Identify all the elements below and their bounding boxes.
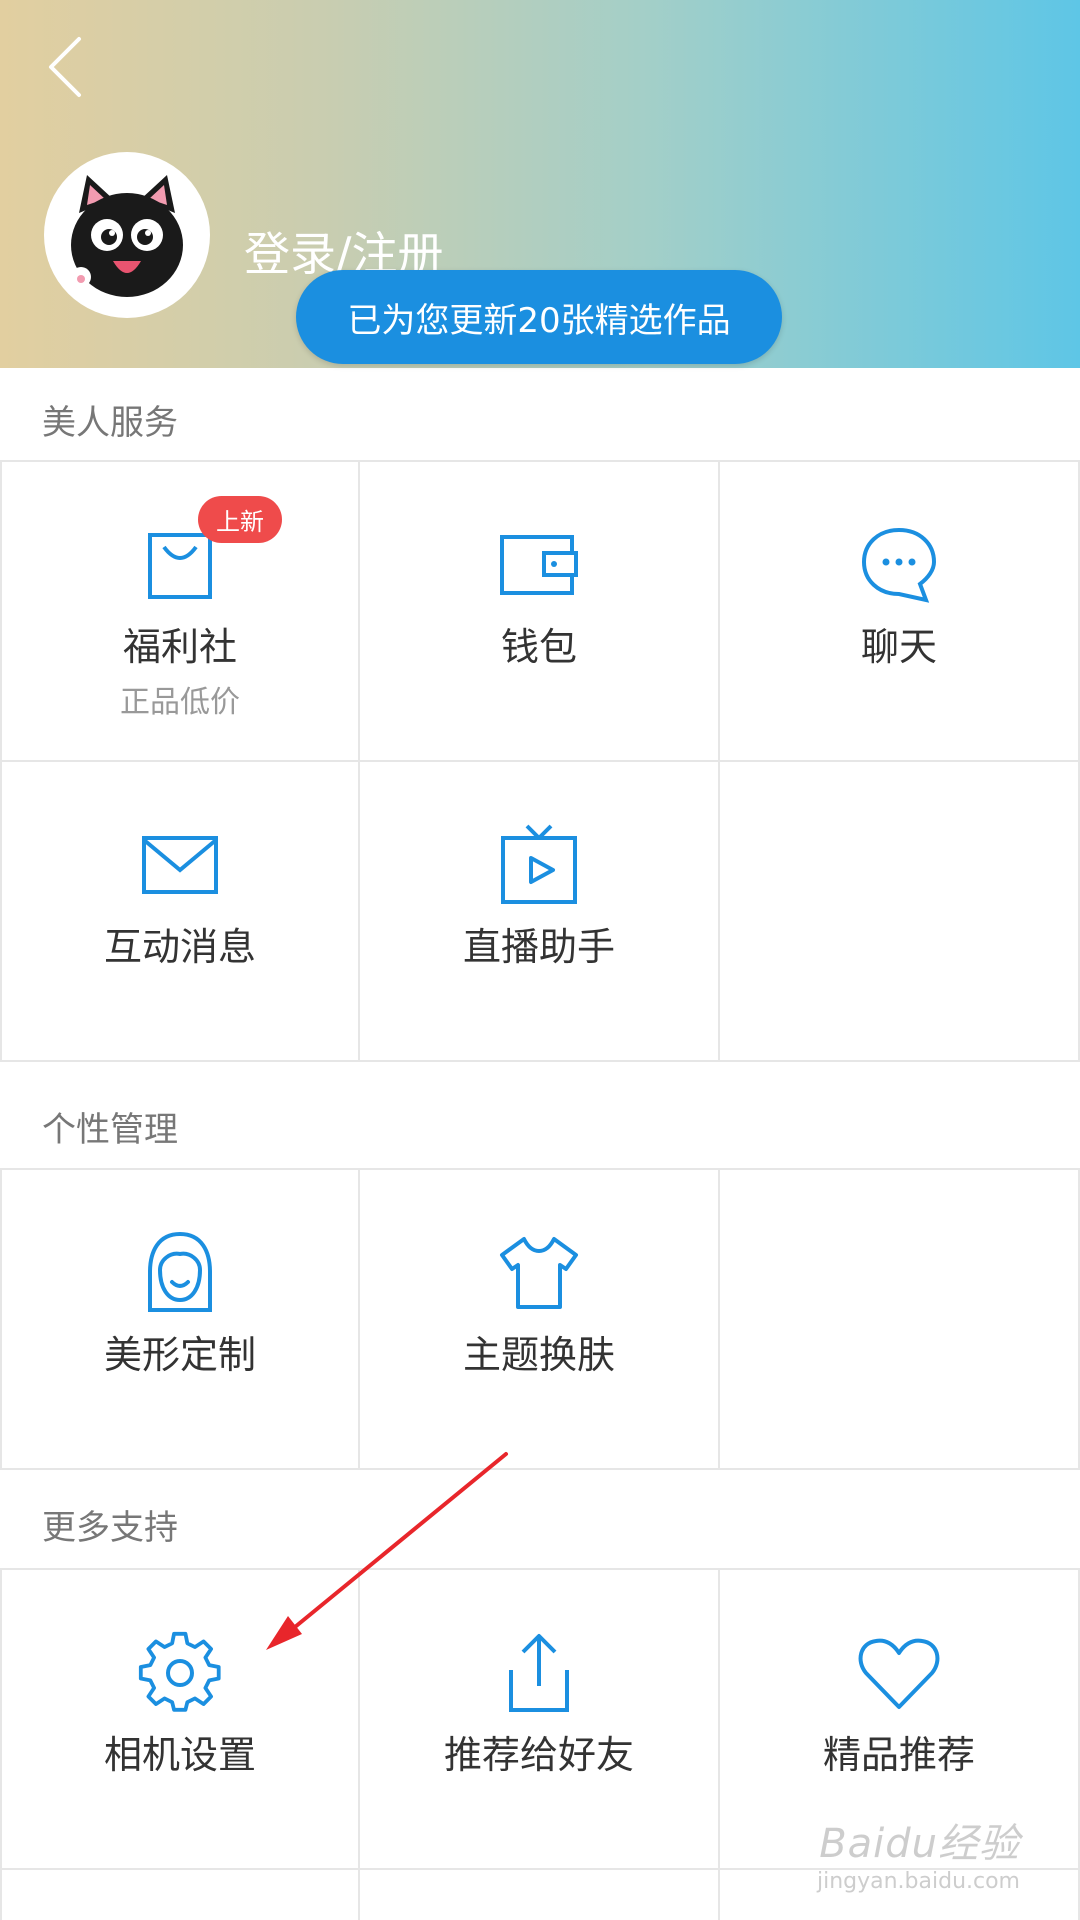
wallet-icon [496, 522, 582, 608]
avatar[interactable] [44, 152, 210, 318]
menu-item-label: 聊天 [860, 625, 937, 669]
menu-item-label: 美形定制 [103, 1333, 256, 1377]
tv-play-icon [496, 822, 582, 908]
watermark-url: jingyan.baidu.com [816, 1869, 1020, 1894]
empty-cell [720, 1170, 1080, 1470]
menu-item-label: 精品推荐 [822, 1733, 975, 1777]
grid-personal-management: 美形定制 主题换肤 [0, 1168, 1080, 1470]
menu-item-face-customization[interactable]: 美形定制 [0, 1170, 360, 1470]
cat-avatar-icon [71, 175, 183, 297]
back-button[interactable] [30, 22, 100, 112]
section-title-beauty-service: 美人服务 [42, 403, 178, 443]
heart-icon [856, 1630, 942, 1716]
share-icon [496, 1630, 582, 1716]
grid-beauty-service: 上新 福利社 正品低价 钱包 聊天 互动消息 直播助手 [0, 460, 1080, 1062]
menu-item-camera-settings[interactable]: 相机设置 [0, 1570, 360, 1870]
menu-item-label: 直播助手 [462, 925, 615, 969]
section-title-more-support: 更多支持 [42, 1508, 178, 1548]
menu-item-label: 福利社 [122, 625, 237, 669]
menu-item-label: 主题换肤 [462, 1333, 615, 1377]
watermark-logo-text: Baidu经验 [819, 1821, 1020, 1867]
menu-item-sublabel: 正品低价 [120, 685, 240, 720]
face-icon [137, 1230, 223, 1316]
profile-header: 登录/注册 已为您更新20张精选作品 [0, 0, 1080, 368]
envelope-icon [137, 822, 223, 908]
menu-item-partial [360, 1870, 720, 1920]
menu-item-label: 钱包 [500, 625, 577, 669]
menu-item-live-assistant[interactable]: 直播助手 [360, 762, 720, 1062]
gear-icon [137, 1630, 223, 1716]
chat-bubble-icon [856, 522, 942, 608]
menu-item-label: 互动消息 [103, 925, 256, 969]
chevron-left-icon [49, 37, 81, 97]
menu-item-recommend-to-friends[interactable]: 推荐给好友 [360, 1570, 720, 1870]
menu-item-partial [0, 1870, 360, 1920]
section-title-personal-management: 个性管理 [42, 1110, 178, 1150]
menu-item-welfare[interactable]: 上新 福利社 正品低价 [0, 462, 360, 762]
menu-item-chat[interactable]: 聊天 [720, 462, 1080, 762]
menu-item-label: 相机设置 [103, 1733, 256, 1777]
empty-cell [720, 762, 1080, 1062]
menu-item-label: 推荐给好友 [443, 1733, 634, 1777]
update-notice-toast: 已为您更新20张精选作品 [296, 270, 782, 364]
tshirt-icon [496, 1230, 582, 1316]
menu-item-wallet[interactable]: 钱包 [360, 462, 720, 762]
watermark: Baidu经验 jingyan.baidu.com [817, 1811, 1020, 1894]
menu-item-theme-skin[interactable]: 主题换肤 [360, 1170, 720, 1470]
new-badge: 上新 [198, 496, 282, 543]
menu-item-interactive-messages[interactable]: 互动消息 [0, 762, 360, 1062]
